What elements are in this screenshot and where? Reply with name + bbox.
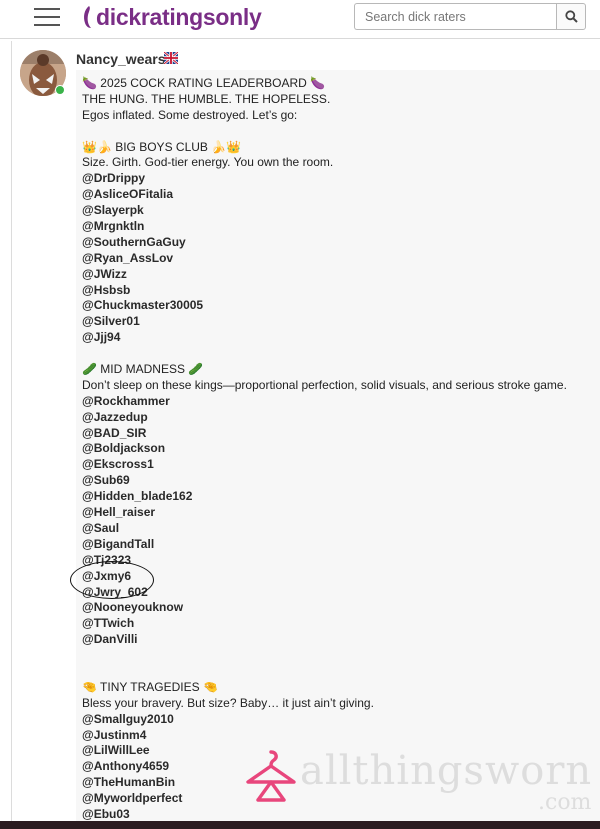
post-line: Don’t sleep on these kings—proportional … xyxy=(82,377,567,392)
user-mention-link[interactable]: @Ryan_AssLov xyxy=(82,251,594,267)
post-line: Egos inflated. Some destroyed. Let’s go: xyxy=(82,107,298,122)
menu-icon[interactable] xyxy=(34,6,60,28)
user-mention-link[interactable]: @Tj2323 xyxy=(82,553,594,569)
user-mention-link[interactable]: @TTwich xyxy=(82,616,594,632)
online-status-dot xyxy=(55,85,65,95)
search-button[interactable] xyxy=(556,3,586,30)
top-header: dickratingsonly xyxy=(0,0,600,39)
user-mention-link[interactable]: @Chuckmaster30005 xyxy=(82,298,594,314)
user-mention-link[interactable]: @Jazzedup xyxy=(82,410,594,426)
user-mention-link[interactable]: @Saul xyxy=(82,521,594,537)
user-mention-link[interactable]: @Jjj94 xyxy=(82,330,594,346)
user-mention-link[interactable]: @BigandTall xyxy=(82,537,594,553)
search-bar xyxy=(354,3,586,30)
user-mention-link[interactable]: @Sub69 xyxy=(82,473,594,489)
user-mention-link[interactable]: @Jwry_602 xyxy=(82,585,594,601)
user-mention-link[interactable]: @AsliceOFitalia xyxy=(82,187,594,203)
user-mention-link[interactable]: @Jxmy6 xyxy=(82,569,594,585)
post-line: 👑🍌 BIG BOYS CLUB 🍌👑 xyxy=(82,139,242,154)
post-line: Size. Girth. God-tier energy. You own th… xyxy=(82,155,334,170)
post-line: THE HUNG. THE HUMBLE. THE HOPELESS. xyxy=(82,91,331,106)
user-mention-link[interactable]: @Ekscross1 xyxy=(82,457,594,473)
user-mention-link[interactable]: @Justinm4 xyxy=(82,728,594,744)
user-mention-link[interactable]: @Smallguy2010 xyxy=(82,712,594,728)
post-text: 🍆 2025 COCK RATING LEADERBOARD 🍆 THE HUNG… xyxy=(82,76,594,823)
bottom-bar xyxy=(0,821,600,829)
user-mention-link[interactable]: @Hidden_blade162 xyxy=(82,489,594,505)
site-logo[interactable]: dickratingsonly xyxy=(82,2,262,32)
uk-flag-icon xyxy=(164,52,178,64)
watermark-text: allthingsworn xyxy=(300,748,593,794)
post-line: 🤏 TINY TRAGEDIES 🤏 xyxy=(82,679,218,694)
user-mention-link[interactable]: @Mrgnktln xyxy=(82,219,594,235)
user-mention-link[interactable]: @Silver01 xyxy=(82,314,594,330)
logo-mark-icon xyxy=(84,6,91,28)
search-input[interactable] xyxy=(354,3,556,30)
user-mention-link[interactable]: @Slayerpk xyxy=(82,203,594,219)
line-spacer xyxy=(82,346,594,362)
post-line: Bless your bravery. But size? Baby… it j… xyxy=(82,695,374,710)
watermark-domain: .com xyxy=(538,790,592,815)
line-spacer xyxy=(82,648,594,680)
user-mention-link[interactable]: @SouthernGaGuy xyxy=(82,235,594,251)
highlight-circle xyxy=(70,561,154,599)
post-body: 🍆 2025 COCK RATING LEADERBOARD 🍆 THE HUNG… xyxy=(76,70,600,822)
user-mention-link[interactable]: @Boldjackson xyxy=(82,441,594,457)
user-mention-link[interactable]: @Rockhammer xyxy=(82,394,594,410)
thread-divider xyxy=(11,41,12,821)
search-icon xyxy=(564,10,578,23)
user-mention-link[interactable]: @Hell_raiser xyxy=(82,505,594,521)
watermark: allthingsworn .com xyxy=(242,744,600,818)
post-line: 🍆 2025 COCK RATING LEADERBOARD 🍆 xyxy=(82,76,326,90)
user-mention-link[interactable]: @JWizz xyxy=(82,267,594,283)
user-mention-link[interactable]: @Nooneyouknow xyxy=(82,600,594,616)
line-spacer xyxy=(82,124,594,140)
user-mention-link[interactable]: @DrDrippy xyxy=(82,171,594,187)
user-mention-link[interactable]: @BAD_SIR xyxy=(82,426,594,442)
user-mention-link[interactable]: @DanVilli xyxy=(82,632,594,648)
logo-text: dickratingsonly xyxy=(96,4,262,30)
hanger-logo-icon xyxy=(246,750,296,802)
user-mention-link[interactable]: @Hsbsb xyxy=(82,283,594,299)
post-line: 🥒 MID MADNESS 🥒 xyxy=(82,362,204,377)
post-username[interactable]: Nancy_wears xyxy=(76,51,166,67)
